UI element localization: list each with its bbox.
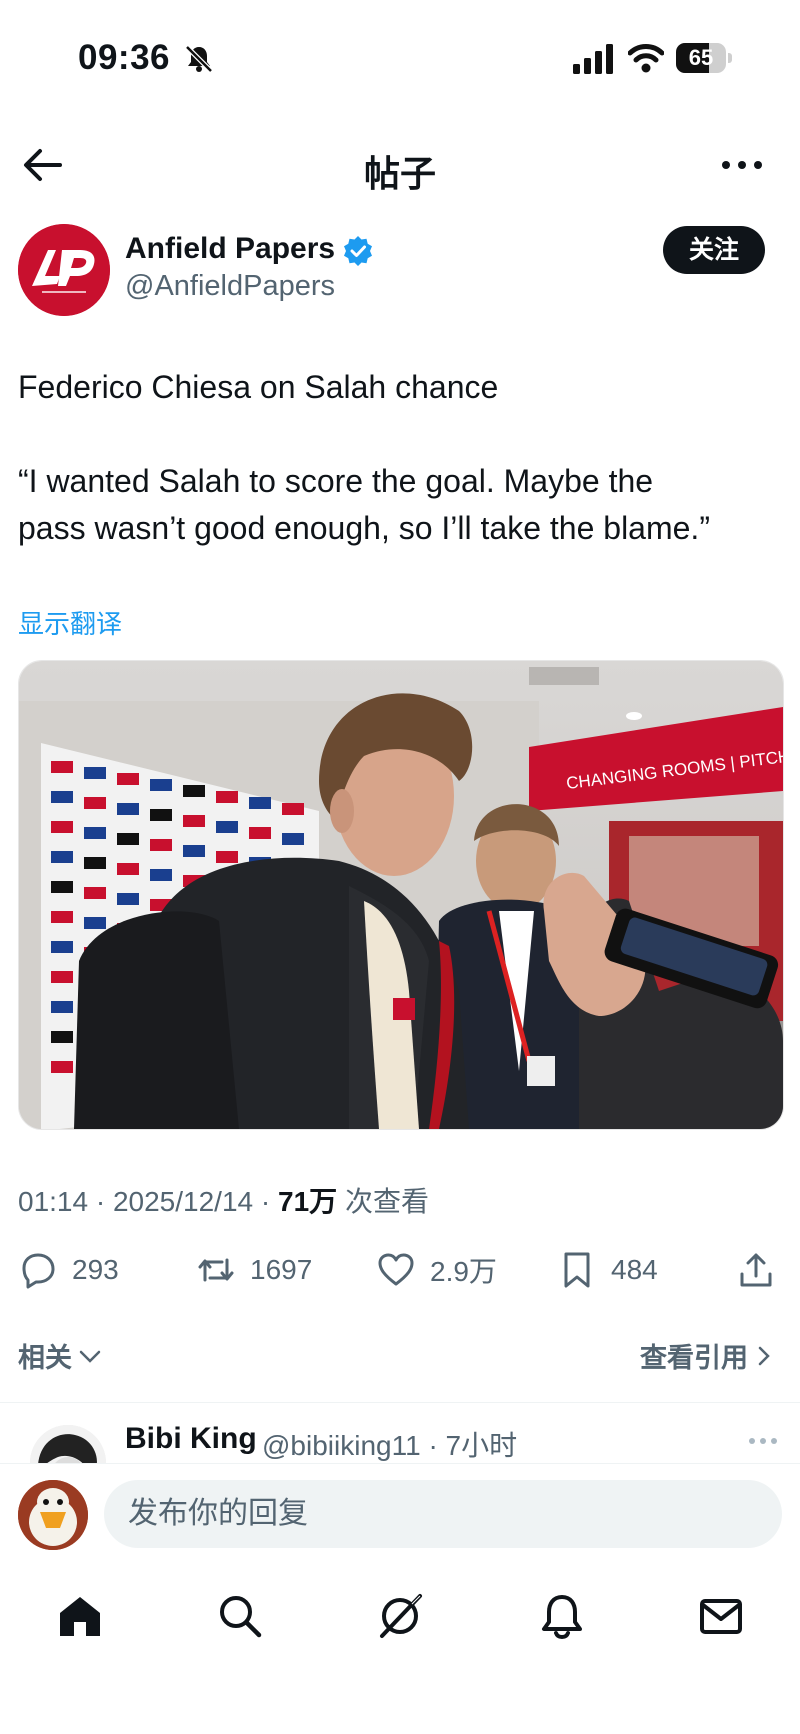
follow-button[interactable]: 关注 (663, 226, 765, 274)
more-options-icon[interactable] (720, 152, 764, 178)
sponsor-logo (183, 785, 205, 797)
video-thumbnail: CHANGING ROOMS | PITCH AC (19, 661, 783, 1129)
related-label: 相关 (18, 1343, 72, 1373)
sponsor-logo (51, 821, 73, 833)
sponsor-logo (183, 845, 205, 857)
goose-avatar-image (18, 1480, 88, 1550)
messages-icon[interactable] (697, 1592, 745, 1640)
sponsor-logo (84, 857, 106, 869)
status-time: 09:36 (78, 38, 171, 77)
bookmark-count: 484 (611, 1254, 658, 1285)
repost-count: 1697 (250, 1254, 313, 1285)
sponsor-logo (51, 1061, 73, 1073)
sponsor-logo (117, 863, 139, 875)
related-dropdown[interactable]: 相关 (18, 1336, 102, 1375)
bookmark-icon (564, 1252, 590, 1288)
like-count: 2.9万 (430, 1256, 497, 1287)
chevron-right-icon (758, 1346, 770, 1365)
sponsor-logo (216, 851, 238, 863)
sponsor-logo (150, 779, 172, 791)
sponsor-logo (150, 869, 172, 881)
share-icon (740, 1253, 772, 1287)
view-count: 71万 (278, 1186, 338, 1217)
like-button[interactable]: 2.9万 (376, 1248, 497, 1292)
verified-badge-icon (344, 236, 372, 266)
sponsor-logo (249, 827, 271, 839)
sponsor-logo (51, 1001, 73, 1013)
tweet-text-line: “I wanted Salah to score the goal. Maybe… (18, 463, 654, 499)
my-avatar[interactable] (18, 1480, 88, 1550)
battery-indicator: 65 (676, 43, 732, 73)
sponsor-logo (183, 815, 205, 827)
reply-input[interactable] (104, 1480, 782, 1548)
sponsor-logo (51, 971, 73, 983)
repost-icon (198, 1258, 234, 1282)
sponsor-logo (216, 791, 238, 803)
view-quotes-label: 查看引用 (640, 1343, 748, 1373)
notifications-icon[interactable] (538, 1592, 586, 1640)
sponsor-logo (84, 917, 106, 929)
author-avatar[interactable] (18, 224, 110, 316)
repost-button[interactable]: 1697 (196, 1248, 312, 1292)
reply-button[interactable]: 293 (18, 1248, 119, 1292)
sponsor-logo (282, 803, 304, 815)
sponsor-logo (84, 797, 106, 809)
views-label: 次查看 (344, 1186, 429, 1217)
post-date: 2025/12/14 (112, 1186, 254, 1217)
sponsor-logo (117, 773, 139, 785)
home-icon[interactable] (56, 1592, 104, 1640)
sponsor-logo (84, 767, 106, 779)
search-icon[interactable] (216, 1592, 264, 1640)
sponsor-logo (117, 803, 139, 815)
tweet-text-line: pass wasn’t good enough, so I’ll take th… (18, 510, 710, 546)
wifi-icon (628, 44, 664, 73)
author-handle[interactable]: @AnfieldPapers (125, 270, 335, 303)
cellular-signal-icon (573, 44, 613, 74)
reply-more-icon[interactable] (748, 1436, 778, 1446)
sponsor-logo (51, 911, 73, 923)
sponsor-logo (84, 887, 106, 899)
chevron-down-icon (79, 1350, 101, 1363)
bookmark-button[interactable]: 484 (557, 1248, 658, 1292)
share-button[interactable] (736, 1248, 776, 1292)
sponsor-logo (216, 821, 238, 833)
reply-author-handle: @bibiiking11 · 7小时 (262, 1430, 518, 1461)
author-name[interactable]: Anfield Papers (125, 232, 335, 266)
sponsor-logo (51, 941, 73, 953)
reply-count: 293 (72, 1254, 119, 1285)
sponsor-logo (51, 1031, 73, 1043)
view-quotes-link[interactable]: 查看引用 (640, 1336, 772, 1375)
sponsor-logo (117, 833, 139, 845)
video-player[interactable]: CHANGING ROOMS | PITCH AC (18, 660, 784, 1130)
show-translation-link[interactable]: 显示翻译 (18, 604, 122, 641)
sponsor-logo (51, 761, 73, 773)
sponsor-logo (249, 797, 271, 809)
sponsor-logo (51, 851, 73, 863)
sponsor-logo (51, 881, 73, 893)
heart-icon (378, 1253, 414, 1286)
bell-muted-icon (185, 45, 213, 73)
sponsor-logo (84, 827, 106, 839)
tweet-text-line: Federico Chiesa on Salah chance (18, 369, 499, 405)
anfield-papers-logo (18, 224, 110, 316)
page-title: 帖子 (363, 153, 436, 194)
battery-percent: 65 (688, 45, 714, 70)
divider (0, 1402, 800, 1403)
grok-icon[interactable] (376, 1592, 424, 1640)
sponsor-logo (150, 839, 172, 851)
sponsor-logo (51, 791, 73, 803)
sponsor-logo (150, 809, 172, 821)
sponsor-logo (117, 893, 139, 905)
reply-author-name[interactable]: Bibi King (125, 1422, 257, 1456)
post-meta: 01:14 · 2025/12/14 · 71万 次查看 (18, 1186, 429, 1217)
reply-icon (22, 1253, 55, 1289)
sponsor-logo (282, 833, 304, 845)
post-time: 01:14 (18, 1186, 89, 1217)
